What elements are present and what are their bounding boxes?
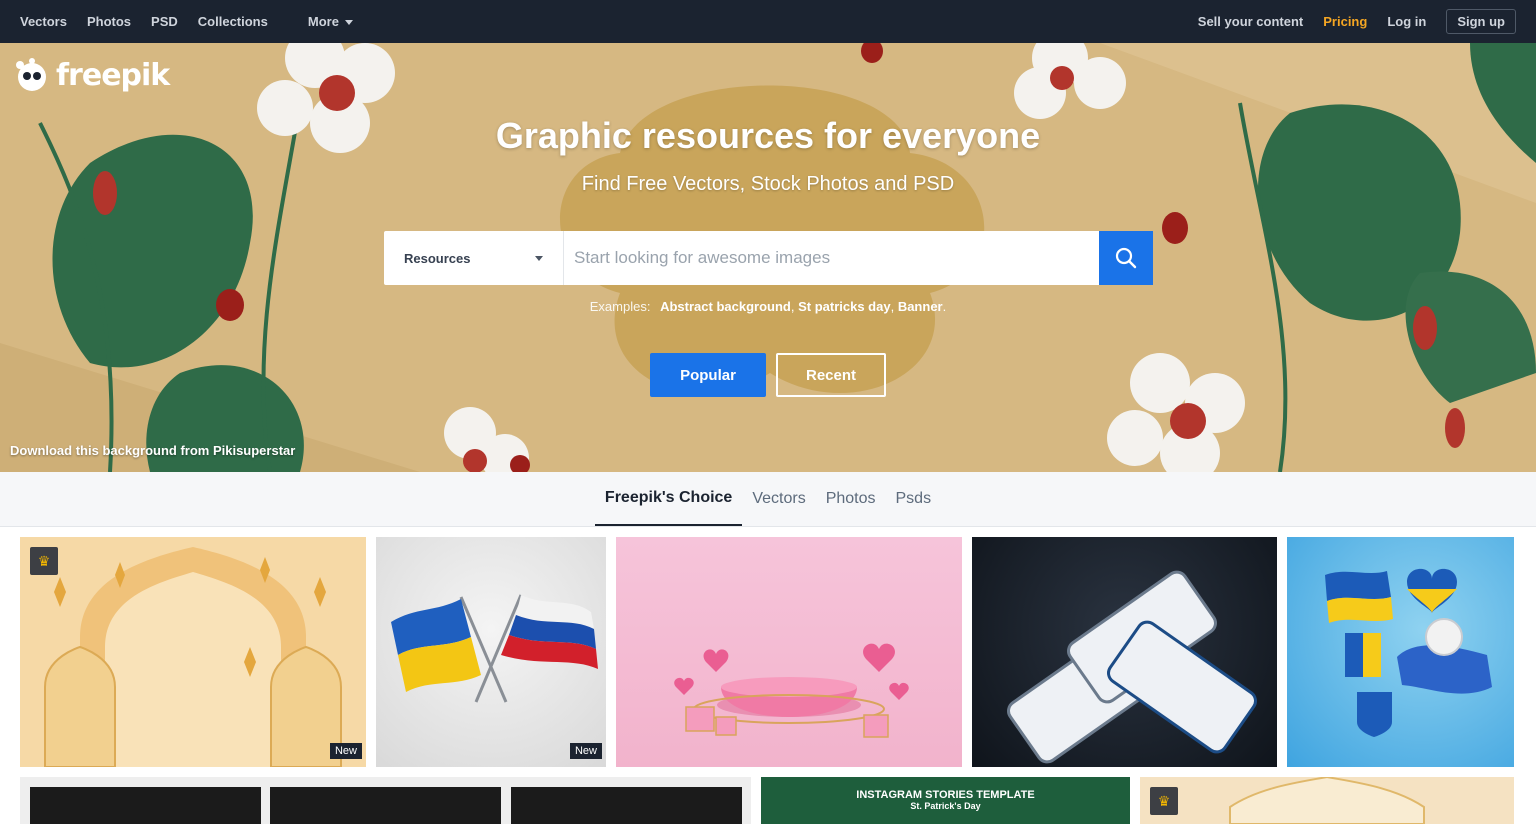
background-credit-link[interactable]: Download this background from Pikisupers… — [10, 443, 295, 458]
nav-left: Vectors Photos PSD Collections More — [20, 14, 353, 29]
content-tabs: Freepik's Choice Vectors Photos Psds — [0, 472, 1536, 527]
tab-psds[interactable]: Psds — [886, 472, 942, 526]
nav-more[interactable]: More — [308, 14, 353, 29]
resource-type-value: Resources — [404, 250, 471, 266]
ramadan-arch-illustration — [20, 537, 366, 767]
nav-vectors[interactable]: Vectors — [20, 14, 67, 29]
freepik-logo[interactable]: freepik — [14, 57, 170, 93]
golden-arch-illustration — [1229, 777, 1425, 824]
example-period: . — [942, 299, 947, 314]
premium-crown-icon: ♛ — [30, 547, 58, 575]
premium-crown-icon: ♛ — [1150, 787, 1178, 815]
recent-button[interactable]: Recent — [776, 353, 886, 397]
examples-label: Examples: — [589, 299, 651, 314]
tab-photos[interactable]: Photos — [816, 472, 886, 526]
example-link[interactable]: Abstract background — [660, 299, 791, 314]
nav-right: Sell your content Pricing Log in Sign up — [1178, 9, 1516, 34]
poster-1 — [30, 787, 261, 824]
instagram-template-subtitle: St. Patrick's Day — [910, 801, 981, 811]
freepik-logo-icon — [16, 58, 46, 91]
sell-content-link[interactable]: Sell your content — [1198, 14, 1303, 29]
pink-podium-illustration — [674, 643, 909, 738]
top-navigation: Vectors Photos PSD Collections More Sell… — [0, 0, 1536, 43]
popular-button[interactable]: Popular — [650, 353, 766, 397]
chevron-down-icon — [344, 20, 353, 26]
hero-subtitle: Find Free Vectors, Stock Photos and PSD — [581, 173, 955, 195]
example-link[interactable]: St patricks day — [798, 299, 891, 314]
hero-title: Graphic resources for everyone — [495, 115, 1041, 156]
chevron-down-icon — [535, 255, 543, 261]
resource-type-select[interactable]: Resources — [384, 231, 564, 285]
tab-freepiks-choice[interactable]: Freepik's Choice — [594, 472, 743, 526]
instagram-template-title: INSTAGRAM STORIES TEMPLATE — [856, 789, 1035, 801]
example-separator: , — [790, 299, 799, 314]
new-badge: New — [329, 743, 362, 759]
phone-mockup-illustration — [1007, 570, 1257, 764]
pricing-link[interactable]: Pricing — [1323, 14, 1367, 29]
thumbnail-ukraine-icons[interactable] — [1287, 537, 1514, 767]
search-button[interactable] — [1099, 231, 1153, 285]
tab-vectors[interactable]: Vectors — [742, 472, 815, 526]
nav-collections[interactable]: Collections — [198, 14, 268, 29]
thumbnail-pink-podium-hearts[interactable] — [616, 537, 962, 767]
thumbnail-instagram-stories[interactable]: INSTAGRAM STORIES TEMPLATE St. Patrick's… — [761, 777, 1130, 824]
example-separator: , — [890, 299, 898, 314]
login-link[interactable]: Log in — [1387, 14, 1426, 29]
example-link[interactable]: Banner — [898, 299, 943, 314]
ukraine-icons-illustration — [1325, 568, 1492, 737]
thumbnail-golden-arch[interactable]: ♛ — [1140, 777, 1514, 824]
hero-banner: freepik Graphic resources for everyone F… — [0, 43, 1536, 472]
nav-more-label: More — [307, 14, 339, 29]
search-bar: Resources — [384, 231, 1153, 285]
brand-name: freepik — [56, 57, 170, 93]
search-icon — [1115, 247, 1137, 269]
thumbnail-black-posters[interactable] — [20, 777, 751, 824]
nav-psd[interactable]: PSD — [151, 14, 178, 29]
search-examples: Examples: Abstract background, St patric… — [0, 299, 1536, 314]
poster-3 — [511, 787, 742, 824]
thumbnail-ramadan-arch[interactable]: ♛ New — [20, 537, 366, 767]
new-badge: New — [569, 743, 602, 759]
poster-2 — [270, 787, 501, 824]
signup-button[interactable]: Sign up — [1446, 9, 1516, 34]
nav-photos[interactable]: Photos — [87, 14, 131, 29]
crossed-flags-illustration — [391, 594, 598, 703]
thumbnail-ukraine-russia-flags[interactable]: New — [376, 537, 606, 767]
search-input[interactable] — [564, 231, 1099, 285]
thumbnail-phone-mockup[interactable] — [972, 537, 1277, 767]
